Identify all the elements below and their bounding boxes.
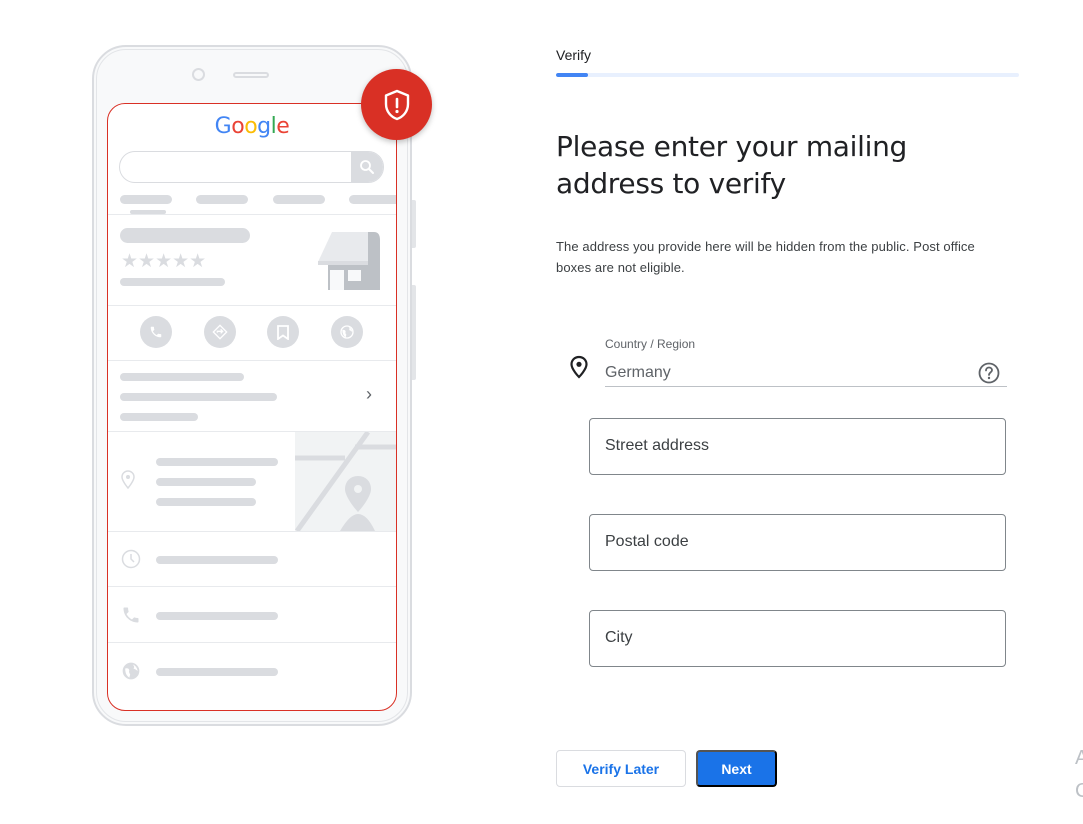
google-logo: Google <box>108 114 396 139</box>
country-region-underline <box>605 386 1007 387</box>
divider <box>108 586 396 587</box>
clipped-text: A <box>1075 747 1083 769</box>
placeholder-bar <box>156 612 278 620</box>
street-address-input[interactable]: Street address <box>589 418 1006 475</box>
step-progress-bar <box>556 73 1019 77</box>
divider <box>108 360 396 361</box>
city-input[interactable]: City <box>589 610 1006 667</box>
search-icon <box>351 152 383 182</box>
next-button[interactable]: Next <box>696 750 777 787</box>
directions-icon <box>204 316 236 348</box>
placeholder-bar <box>120 393 277 401</box>
logo-letter: e <box>276 114 290 139</box>
clipped-text: C <box>1075 780 1083 802</box>
shield-alert-icon <box>384 89 409 120</box>
phone-illustration: Google ★★★★★ › <box>92 45 416 726</box>
postal-code-placeholder: Postal code <box>605 533 689 550</box>
postal-code-input[interactable]: Postal code <box>589 514 1006 571</box>
placeholder-title-bar <box>120 228 250 243</box>
divider <box>108 214 396 215</box>
logo-letter: G <box>214 114 232 139</box>
globe-icon <box>121 661 141 686</box>
verify-later-button[interactable]: Verify Later <box>556 750 686 787</box>
clock-icon <box>121 549 141 574</box>
phone-speaker <box>233 72 269 78</box>
phone-camera <box>192 68 205 81</box>
placeholder-bar <box>156 478 256 486</box>
phone-screen: Google ★★★★★ › <box>107 103 397 711</box>
phone-icon <box>140 316 172 348</box>
alert-badge <box>361 69 432 140</box>
placeholder-bar <box>273 195 325 204</box>
divider <box>108 642 396 643</box>
bookmark-icon <box>267 316 299 348</box>
placeholder-bar <box>120 278 225 286</box>
placeholder-bar <box>156 498 256 506</box>
placeholder-bar <box>120 195 172 204</box>
illustration-search-bar <box>119 151 384 183</box>
phone-icon <box>121 605 141 630</box>
logo-letter: g <box>257 114 271 139</box>
city-placeholder: City <box>605 629 633 646</box>
rating-stars: ★★★★★ <box>121 251 207 272</box>
logo-letter: o <box>231 114 245 139</box>
location-pin-icon <box>121 470 135 495</box>
globe-icon <box>331 316 363 348</box>
phone-side-button <box>412 285 416 380</box>
logo-letter: o <box>244 114 258 139</box>
storefront-icon <box>318 230 382 297</box>
step-label: Verify <box>556 47 592 63</box>
map-thumbnail <box>295 432 396 531</box>
street-address-placeholder: Street address <box>605 437 710 454</box>
placeholder-bar <box>156 458 278 466</box>
page-title: Please enter your mailing address to ver… <box>556 130 908 200</box>
step-progress-fill <box>556 73 589 77</box>
placeholder-bar <box>120 413 198 421</box>
phone-side-button <box>412 200 416 248</box>
placeholder-bar <box>196 195 248 204</box>
country-region-select[interactable]: Germany <box>605 364 671 382</box>
placeholder-bar <box>156 556 278 564</box>
divider <box>108 531 396 532</box>
chevron-right-icon: › <box>366 384 372 404</box>
location-pin-icon <box>569 355 589 384</box>
divider <box>108 305 396 306</box>
placeholder-bar <box>156 668 278 676</box>
page-description: The address you provide here will be hid… <box>556 239 975 275</box>
placeholder-bar <box>120 373 244 381</box>
country-region-label: Country / Region <box>605 337 696 351</box>
placeholder-bar <box>349 195 396 204</box>
help-icon[interactable] <box>978 362 1000 384</box>
